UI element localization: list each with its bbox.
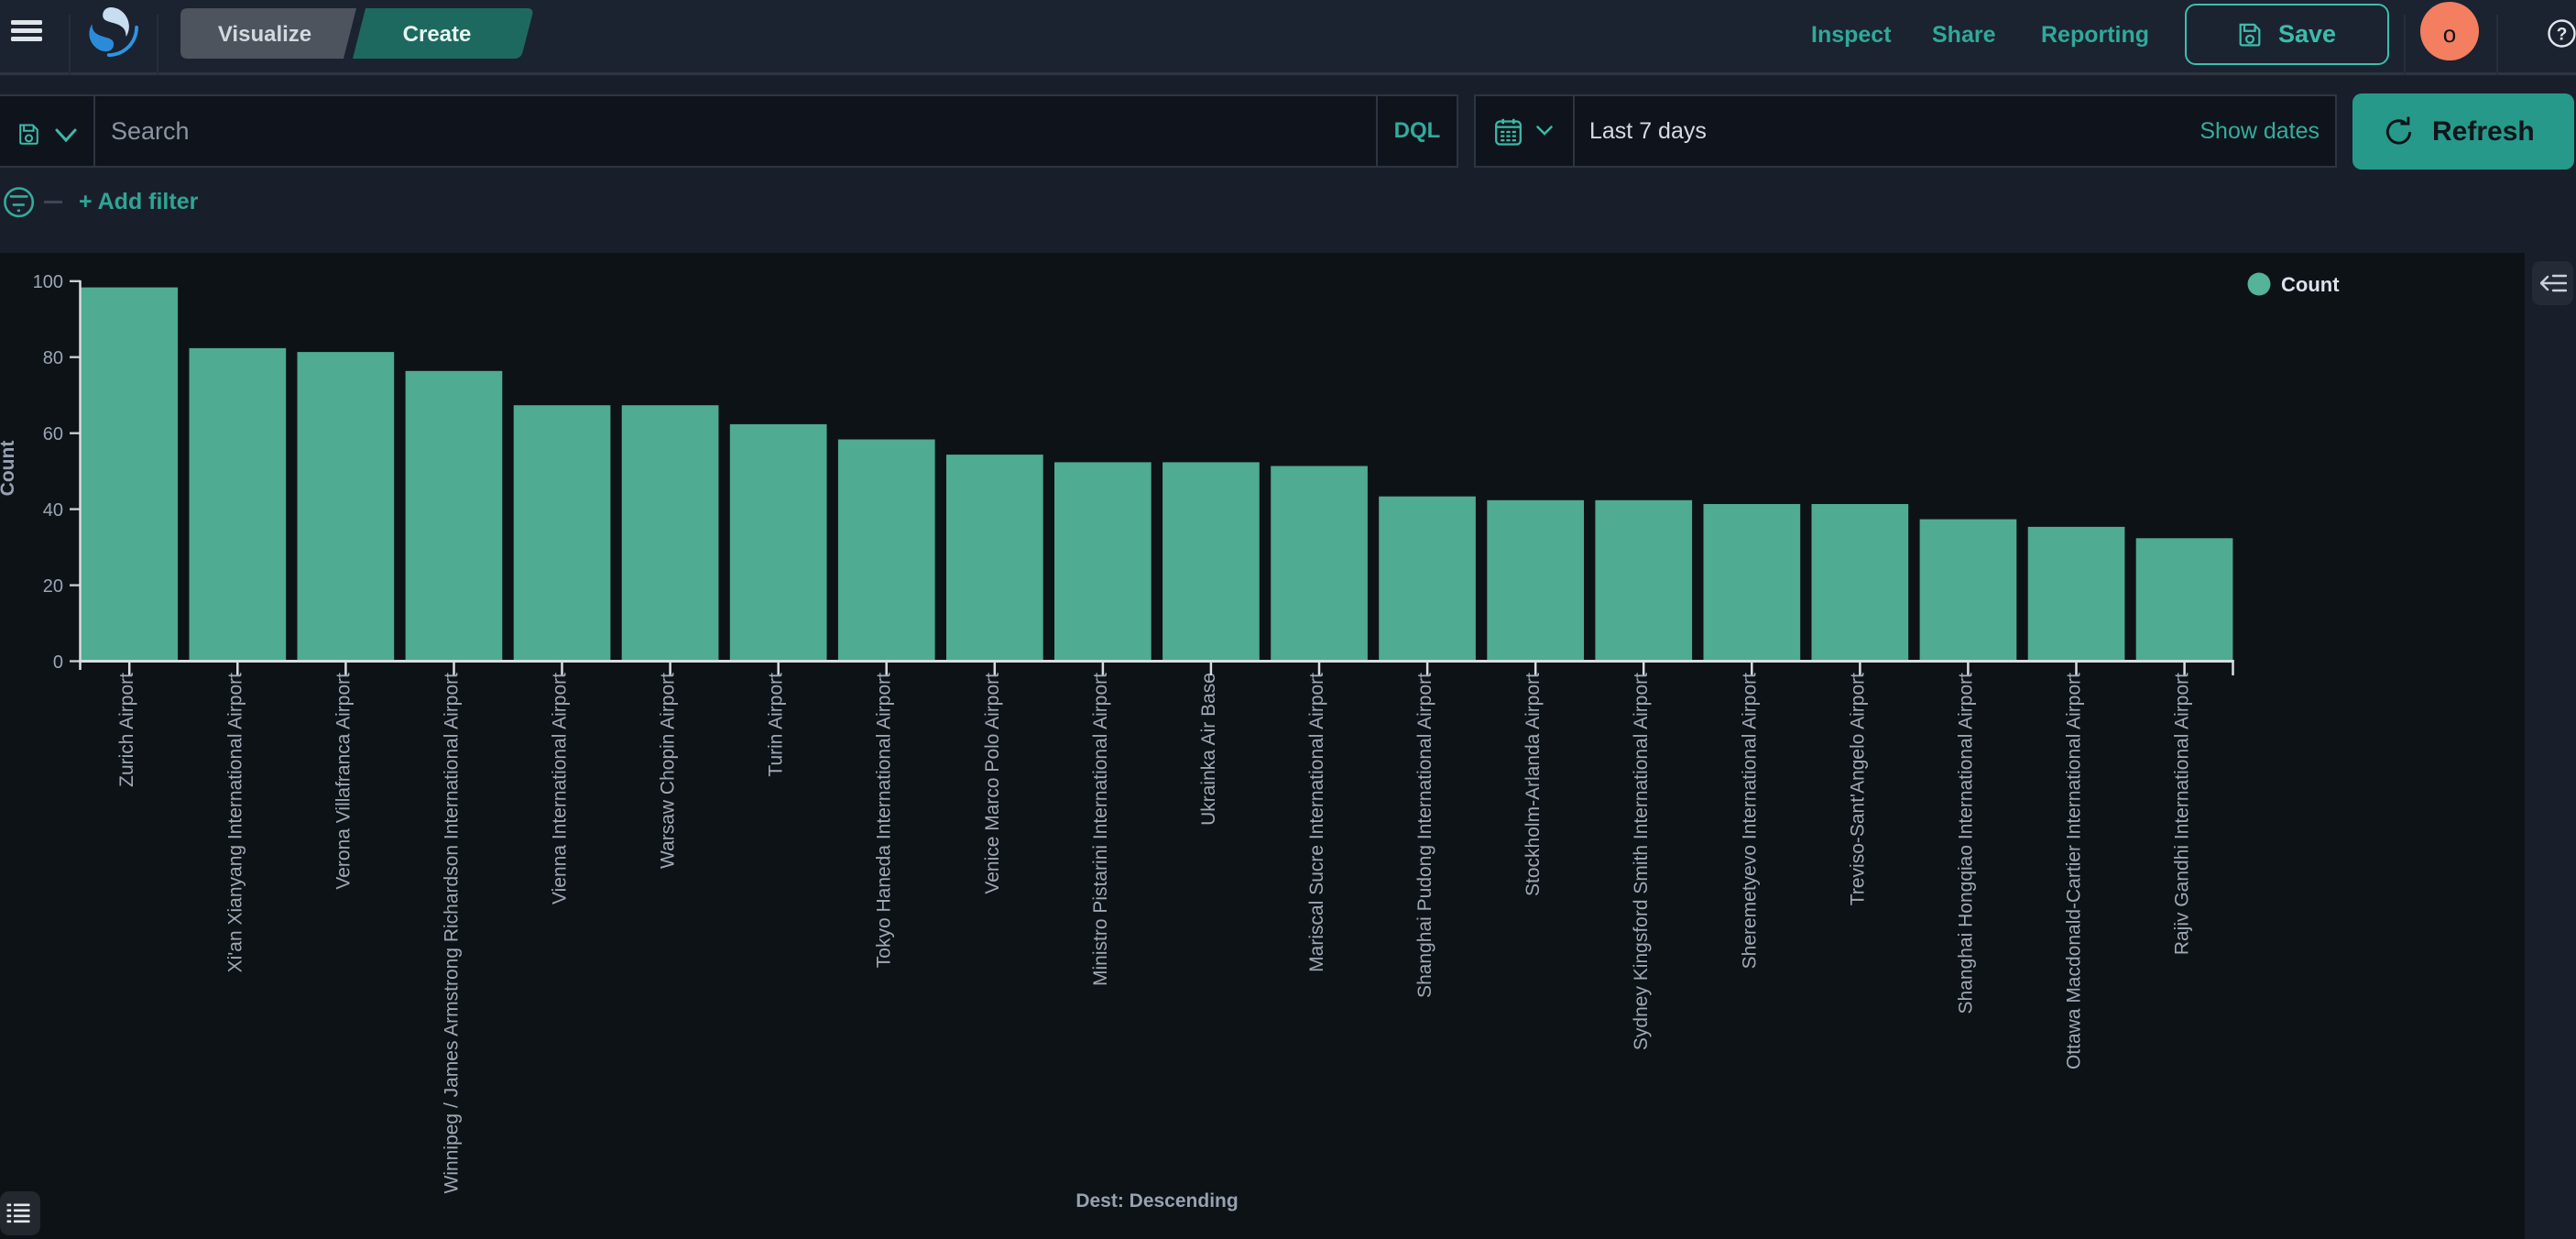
svg-text:20: 20 [43, 576, 63, 597]
svg-text:Zurich Airport: Zurich Airport [116, 673, 137, 787]
svg-text:Ottawa Macdonald-Cartier Inter: Ottawa Macdonald-Cartier International A… [2064, 673, 2085, 1069]
svg-text:Venice Marco Polo Airport: Venice Marco Polo Airport [982, 673, 1003, 894]
svg-text:Dest: Descending: Dest: Descending [1075, 1190, 1238, 1212]
svg-text:Sheremetyevo International Air: Sheremetyevo International Airport [1739, 673, 1760, 970]
svg-text:Shanghai Pudong International: Shanghai Pudong International Airport [1414, 673, 1435, 998]
svg-text:40: 40 [43, 500, 63, 521]
svg-text:Ministro Pistarini Internation: Ministro Pistarini International Airport [1090, 673, 1111, 986]
svg-text:Count: Count [2281, 273, 2340, 296]
svg-text:Stockholm-Arlanda Airport: Stockholm-Arlanda Airport [1523, 673, 1544, 896]
svg-text:Vienna International Airport: Vienna International Airport [550, 673, 571, 905]
svg-text:60: 60 [43, 424, 63, 444]
svg-text:Count: Count [0, 441, 18, 497]
svg-text:?: ? [2557, 26, 2568, 45]
svg-text:Shanghai Hongqiao Internationa: Shanghai Hongqiao International Airport [1955, 673, 1976, 1014]
svg-text:Tokyo Haneda International Air: Tokyo Haneda International Airport [874, 673, 895, 968]
svg-text:Treviso-Sant'Angelo Airport: Treviso-Sant'Angelo Airport [1847, 673, 1868, 905]
svg-text:Warsaw Chopin Airport: Warsaw Chopin Airport [658, 673, 679, 869]
svg-text:80: 80 [43, 348, 63, 368]
svg-text:Ukrainka Air Base: Ukrainka Air Base [1198, 673, 1219, 826]
svg-text:Rajiv Gandhi International Air: Rajiv Gandhi International Airport [2172, 673, 2193, 955]
svg-text:Xi'an Xianyang International A: Xi'an Xianyang International Airport [224, 673, 246, 973]
svg-text:Winnipeg / James Armstrong Ric: Winnipeg / James Armstrong Richardson In… [442, 673, 463, 1194]
svg-text:0: 0 [53, 652, 63, 673]
svg-text:100: 100 [33, 272, 63, 292]
svg-text:Sydney Kingsford Smith Interna: Sydney Kingsford Smith International Air… [1631, 673, 1652, 1050]
svg-text:Turin Airport: Turin Airport [766, 673, 787, 777]
svg-text:Verona Villafranca Airport: Verona Villafranca Airport [333, 673, 354, 890]
svg-text:Mariscal Sucre International A: Mariscal Sucre International Airport [1306, 673, 1327, 972]
